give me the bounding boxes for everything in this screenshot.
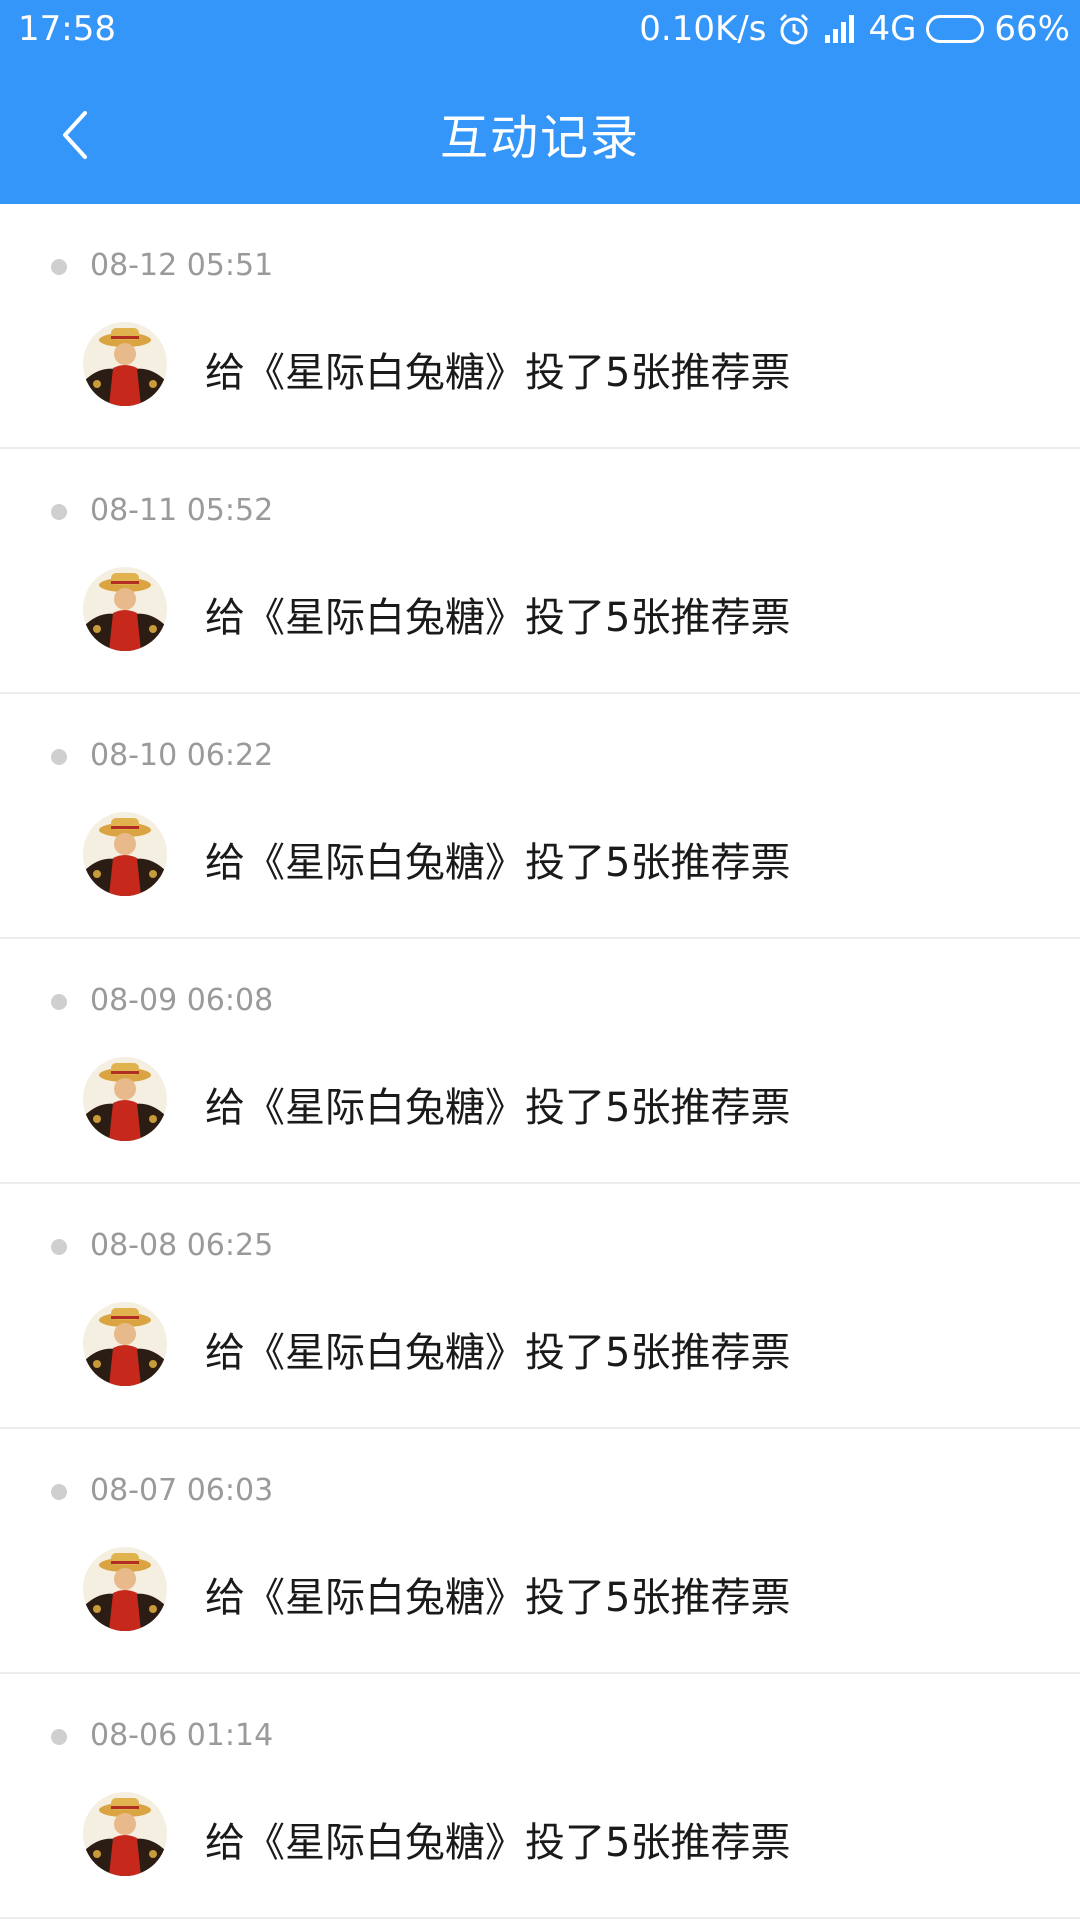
list-item[interactable]: 08-06 01:14 给《星际白兔糖》投了5张推荐票 [0,1674,1080,1919]
timeline-dot [51,1484,67,1500]
avatar[interactable] [83,1547,167,1631]
timeline-dot [51,1729,67,1745]
avatar[interactable] [83,567,167,651]
avatar[interactable] [83,1057,167,1141]
list-item[interactable]: 08-08 06:25 给《星际白兔糖》投了5张推荐票 [0,1184,1080,1429]
record-time: 08-06 01:14 [90,1718,274,1753]
signal-icon [822,11,858,47]
timeline-dot [51,259,67,275]
record-text: 给《星际白兔糖》投了5张推荐票 [205,1085,791,1131]
status-bar: 17:58 0.10K/s 4G 66% [0,0,1080,62]
page-title: 互动记录 [439,110,640,166]
avatar[interactable] [83,322,167,406]
list-item[interactable]: 08-12 05:51 给《星际白兔糖》投了5张推荐票 [0,204,1080,449]
timeline-dot [51,1239,67,1255]
avatar[interactable] [83,812,167,896]
alarm-icon [776,11,812,47]
timeline-dot [51,749,67,765]
list-item[interactable]: 08-09 06:08 给《星际白兔糖》投了5张推荐票 [0,939,1080,1184]
record-text: 给《星际白兔糖》投了5张推荐票 [205,1575,791,1621]
record-text: 给《星际白兔糖》投了5张推荐票 [205,350,791,396]
battery-icon [926,15,985,43]
status-right: 0.10K/s 4G 66% [629,9,1070,49]
record-time: 08-10 06:22 [90,738,274,773]
record-time: 08-11 05:52 [90,493,274,528]
list-item[interactable]: 08-11 05:52 给《星际白兔糖》投了5张推荐票 [0,449,1080,694]
record-text: 给《星际白兔糖》投了5张推荐票 [205,1820,791,1866]
record-list: 08-12 05:51 给《星际白兔糖》投了5张推荐票 08-11 05:52 [0,204,1080,1919]
record-text: 给《星际白兔糖》投了5张推荐票 [205,595,791,641]
avatar[interactable] [83,1302,167,1386]
record-time: 08-07 06:03 [90,1473,274,1508]
record-text: 给《星际白兔糖》投了5张推荐票 [205,840,791,886]
record-time: 08-09 06:08 [90,983,274,1018]
battery-percent: 66% [994,9,1070,49]
record-text: 给《星际白兔糖》投了5张推荐票 [205,1330,791,1376]
list-item[interactable]: 08-10 06:22 给《星际白兔糖》投了5张推荐票 [0,694,1080,939]
timeline-dot [51,994,67,1010]
status-time: 17:58 [18,9,116,49]
net-speed: 0.10K/s [639,9,767,49]
network-type: 4G [868,9,917,49]
record-time: 08-12 05:51 [90,248,274,283]
timeline-dot [51,504,67,520]
list-item[interactable]: 08-07 06:03 给《星际白兔糖》投了5张推荐票 [0,1429,1080,1674]
nav-bar: 互动记录 [0,62,1080,204]
avatar[interactable] [83,1792,167,1876]
record-time: 08-08 06:25 [90,1228,274,1263]
